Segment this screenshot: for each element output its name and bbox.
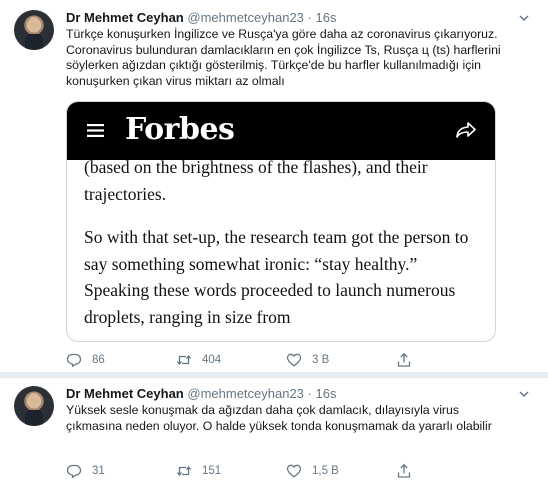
reply-button[interactable]: 31: [66, 462, 105, 480]
retweet-icon: [176, 465, 192, 477]
tweet-media-card[interactable]: Forbes (based on the brightness of the f…: [66, 101, 496, 342]
author-name[interactable]: Dr Mehmet Ceyhan: [66, 386, 184, 401]
chevron-down-icon[interactable]: [518, 12, 530, 24]
tweet-time[interactable]: 16s: [316, 10, 337, 25]
like-count: 1,5 B: [312, 465, 339, 477]
tweet-actions: 86 404 3 B: [66, 351, 506, 369]
share-button[interactable]: [396, 462, 412, 480]
author-handle[interactable]: @mehmetceyhan23: [187, 386, 304, 401]
tweet-text: Yüksek sesle konuşmak da ağızdan daha ço…: [66, 403, 492, 433]
reply-icon: [66, 464, 82, 478]
reply-icon: [66, 353, 82, 367]
article-paragraph: So with that set-up, the research team g…: [84, 227, 469, 327]
tweet-text: Türkçe konuşurken İngilizce ve Rusça'ya …: [66, 27, 501, 88]
article-excerpt: (based on the brightness of the flashes)…: [84, 154, 484, 330]
forbes-logo: Forbes: [125, 112, 235, 147]
tweet[interactable]: Dr Mehmet Ceyhan @mehmetceyhan23 · 16s T…: [0, 0, 548, 372]
share-icon: [397, 463, 411, 478]
like-button[interactable]: 1,5 B: [286, 462, 339, 480]
tweet[interactable]: Dr Mehmet Ceyhan @mehmetceyhan23 · 16s Y…: [0, 378, 548, 486]
avatar[interactable]: [14, 386, 54, 426]
share-icon: [397, 352, 411, 367]
separator-dot: ·: [307, 386, 312, 401]
hamburger-menu-icon: [87, 124, 104, 137]
like-icon: [286, 464, 302, 478]
tweet-actions: 31 151 1,5 B: [66, 462, 506, 480]
forward-share-icon: [456, 122, 476, 138]
share-button[interactable]: [396, 351, 412, 369]
retweet-count: 404: [202, 354, 222, 366]
author-name[interactable]: Dr Mehmet Ceyhan: [66, 10, 184, 25]
retweet-count: 151: [202, 465, 222, 477]
avatar[interactable]: [14, 10, 54, 50]
forbes-header-bar: Forbes: [67, 102, 495, 160]
retweet-button[interactable]: 404: [176, 351, 221, 369]
retweet-icon: [176, 354, 192, 366]
retweet-button[interactable]: 151: [176, 462, 221, 480]
tweet-header: Dr Mehmet Ceyhan @mehmetceyhan23 · 16s: [66, 386, 336, 402]
chevron-down-icon[interactable]: [518, 388, 530, 400]
like-icon: [286, 353, 302, 367]
reply-count: 86: [92, 354, 105, 366]
article-paragraph: (based on the brightness of the flashes)…: [84, 157, 428, 204]
reply-button[interactable]: 86: [66, 351, 105, 369]
separator-dot: ·: [307, 10, 312, 25]
like-count: 3 B: [312, 354, 330, 366]
like-button[interactable]: 3 B: [286, 351, 329, 369]
author-handle[interactable]: @mehmetceyhan23: [187, 10, 304, 25]
tweet-time[interactable]: 16s: [316, 386, 337, 401]
reply-count: 31: [92, 465, 105, 477]
tweet-header: Dr Mehmet Ceyhan @mehmetceyhan23 · 16s: [66, 10, 336, 26]
